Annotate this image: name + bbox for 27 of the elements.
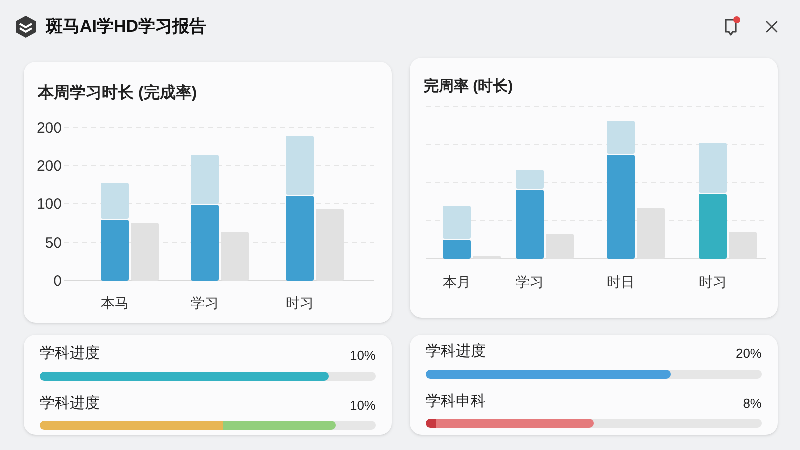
axis-label: 本马	[101, 295, 129, 311]
window-title: 斑马AI学HD学习报告	[46, 16, 207, 38]
progress-value: 8%	[743, 394, 762, 412]
progress-value: 10%	[350, 396, 376, 414]
axis-label: 学习	[191, 295, 219, 311]
progress-label: 学科申科	[426, 392, 486, 412]
axis-label: 50	[45, 235, 62, 252]
progress-value: 20%	[736, 345, 762, 363]
axis-label: 200	[36, 158, 62, 175]
axis-label: 100	[36, 196, 62, 213]
axis-label: 200	[36, 120, 62, 137]
progress-label: 学科进度	[426, 342, 486, 362]
logo-icon	[14, 15, 38, 39]
progress-label: 学科进度	[40, 344, 100, 364]
axis-label: 本月	[443, 274, 471, 290]
axis-label: 0	[54, 273, 62, 290]
chart-title: 完周率 (时长)	[424, 77, 514, 97]
progress-value: 10%	[350, 347, 376, 365]
axis-label: 时日	[607, 274, 635, 290]
axis-label: 时习	[699, 274, 727, 290]
axis-label: 时习	[286, 295, 314, 311]
chart-title: 本周学习时长 (完成率)	[38, 83, 198, 104]
bell-icon[interactable]	[722, 16, 742, 38]
chart-bar	[699, 142, 727, 192]
axis-label: 学习	[516, 274, 544, 290]
chart-bar	[699, 194, 727, 258]
progress-label: 学科进度	[40, 394, 100, 414]
